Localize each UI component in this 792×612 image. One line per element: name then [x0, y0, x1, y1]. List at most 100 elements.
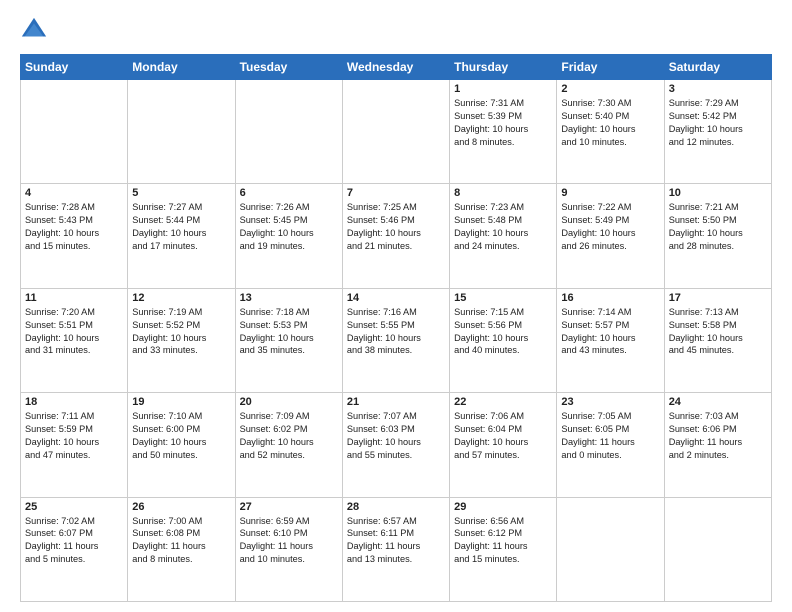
- day-number: 7: [347, 187, 445, 199]
- day-number: 19: [132, 396, 230, 408]
- calendar-empty-cell: [557, 497, 664, 601]
- calendar-day-26: 26 Sunrise: 7:00 AMSunset: 6:08 PMDayligh…: [128, 497, 235, 601]
- weekday-header-row: SundayMondayTuesdayWednesdayThursdayFrid…: [21, 55, 772, 80]
- day-number: 9: [561, 187, 659, 199]
- page: SundayMondayTuesdayWednesdayThursdayFrid…: [0, 0, 792, 612]
- day-info: Sunrise: 7:15 AMSunset: 5:56 PMDaylight:…: [454, 306, 552, 358]
- weekday-header-friday: Friday: [557, 55, 664, 80]
- day-info: Sunrise: 7:22 AMSunset: 5:49 PMDaylight:…: [561, 201, 659, 253]
- calendar-day-28: 28 Sunrise: 6:57 AMSunset: 6:11 PMDayligh…: [342, 497, 449, 601]
- day-info: Sunrise: 6:56 AMSunset: 6:12 PMDaylight:…: [454, 515, 552, 567]
- calendar-day-29: 29 Sunrise: 6:56 AMSunset: 6:12 PMDayligh…: [450, 497, 557, 601]
- weekday-header-sunday: Sunday: [21, 55, 128, 80]
- day-info: Sunrise: 6:57 AMSunset: 6:11 PMDaylight:…: [347, 515, 445, 567]
- calendar-day-24: 24 Sunrise: 7:03 AMSunset: 6:06 PMDayligh…: [664, 393, 771, 497]
- calendar-day-14: 14 Sunrise: 7:16 AMSunset: 5:55 PMDayligh…: [342, 288, 449, 392]
- day-info: Sunrise: 7:26 AMSunset: 5:45 PMDaylight:…: [240, 201, 338, 253]
- day-info: Sunrise: 7:07 AMSunset: 6:03 PMDaylight:…: [347, 410, 445, 462]
- day-number: 21: [347, 396, 445, 408]
- day-number: 28: [347, 501, 445, 513]
- day-number: 11: [25, 292, 123, 304]
- calendar-day-5: 5 Sunrise: 7:27 AMSunset: 5:44 PMDaylight…: [128, 184, 235, 288]
- calendar-day-6: 6Sunrise: 7:26 AMSunset: 5:45 PMDaylight…: [235, 184, 342, 288]
- calendar-day-16: 16 Sunrise: 7:14 AMSunset: 5:57 PMDayligh…: [557, 288, 664, 392]
- day-number: 3: [669, 83, 767, 95]
- day-info: Sunrise: 7:19 AMSunset: 5:52 PMDaylight:…: [132, 306, 230, 358]
- calendar-day-9: 9 Sunrise: 7:22 AMSunset: 5:49 PMDaylight…: [557, 184, 664, 288]
- day-number: 15: [454, 292, 552, 304]
- day-number: 10: [669, 187, 767, 199]
- calendar-day-13: 13 Sunrise: 7:18 AMSunset: 5:53 PMDayligh…: [235, 288, 342, 392]
- weekday-header-thursday: Thursday: [450, 55, 557, 80]
- calendar-day-11: 11 Sunrise: 7:20 AMSunset: 5:51 PMDayligh…: [21, 288, 128, 392]
- weekday-header-tuesday: Tuesday: [235, 55, 342, 80]
- day-info: Sunrise: 7:31 AMSunset: 5:39 PMDaylight:…: [454, 97, 552, 149]
- day-number: 2: [561, 83, 659, 95]
- header: [20, 16, 772, 44]
- day-info: Sunrise: 7:09 AMSunset: 6:02 PMDaylight:…: [240, 410, 338, 462]
- day-info: Sunrise: 7:29 AMSunset: 5:42 PMDaylight:…: [669, 97, 767, 149]
- calendar-day-10: 10 Sunrise: 7:21 AMSunset: 5:50 PMDayligh…: [664, 184, 771, 288]
- logo-icon: [20, 16, 48, 44]
- day-number: 23: [561, 396, 659, 408]
- day-info: Sunrise: 7:05 AMSunset: 6:05 PMDaylight:…: [561, 410, 659, 462]
- day-number: 24: [669, 396, 767, 408]
- day-number: 17: [669, 292, 767, 304]
- calendar-table: SundayMondayTuesdayWednesdayThursdayFrid…: [20, 54, 772, 602]
- calendar-day-15: 15 Sunrise: 7:15 AMSunset: 5:56 PMDayligh…: [450, 288, 557, 392]
- weekday-header-wednesday: Wednesday: [342, 55, 449, 80]
- day-info: Sunrise: 7:02 AMSunset: 6:07 PMDaylight:…: [25, 515, 123, 567]
- calendar-day-22: 22 Sunrise: 7:06 AMSunset: 6:04 PMDayligh…: [450, 393, 557, 497]
- day-number: 14: [347, 292, 445, 304]
- day-info: Sunrise: 7:30 AMSunset: 5:40 PMDaylight:…: [561, 97, 659, 149]
- day-info: Sunrise: 7:18 AMSunset: 5:53 PMDaylight:…: [240, 306, 338, 358]
- day-info: Sunrise: 7:13 AMSunset: 5:58 PMDaylight:…: [669, 306, 767, 358]
- calendar-empty-cell: [664, 497, 771, 601]
- day-number: 26: [132, 501, 230, 513]
- weekday-header-saturday: Saturday: [664, 55, 771, 80]
- calendar-week-row: 4 Sunrise: 7:28 AMSunset: 5:43 PMDaylight…: [21, 184, 772, 288]
- calendar-day-17: 17 Sunrise: 7:13 AMSunset: 5:58 PMDayligh…: [664, 288, 771, 392]
- calendar-day-20: 20 Sunrise: 7:09 AMSunset: 6:02 PMDayligh…: [235, 393, 342, 497]
- day-info: Sunrise: 7:11 AMSunset: 5:59 PMDaylight:…: [25, 410, 123, 462]
- calendar-day-8: 8 Sunrise: 7:23 AMSunset: 5:48 PMDaylight…: [450, 184, 557, 288]
- day-info: Sunrise: 7:23 AMSunset: 5:48 PMDaylight:…: [454, 201, 552, 253]
- day-info: Sunrise: 7:28 AMSunset: 5:43 PMDaylight:…: [25, 201, 123, 253]
- day-info: Sunrise: 7:21 AMSunset: 5:50 PMDaylight:…: [669, 201, 767, 253]
- day-info: Sunrise: 7:06 AMSunset: 6:04 PMDaylight:…: [454, 410, 552, 462]
- logo: [20, 16, 52, 44]
- day-info: Sunrise: 7:00 AMSunset: 6:08 PMDaylight:…: [132, 515, 230, 567]
- day-info: Sunrise: 7:03 AMSunset: 6:06 PMDaylight:…: [669, 410, 767, 462]
- calendar-week-row: 18 Sunrise: 7:11 AMSunset: 5:59 PMDayligh…: [21, 393, 772, 497]
- day-number: 8: [454, 187, 552, 199]
- calendar-week-row: 1Sunrise: 7:31 AMSunset: 5:39 PMDaylight…: [21, 80, 772, 184]
- day-number: 27: [240, 501, 338, 513]
- day-number: 25: [25, 501, 123, 513]
- day-info: Sunrise: 7:14 AMSunset: 5:57 PMDaylight:…: [561, 306, 659, 358]
- calendar-day-21: 21 Sunrise: 7:07 AMSunset: 6:03 PMDayligh…: [342, 393, 449, 497]
- day-number: 22: [454, 396, 552, 408]
- day-info: Sunrise: 7:20 AMSunset: 5:51 PMDaylight:…: [25, 306, 123, 358]
- day-info: Sunrise: 7:16 AMSunset: 5:55 PMDaylight:…: [347, 306, 445, 358]
- day-number: 18: [25, 396, 123, 408]
- day-number: 4: [25, 187, 123, 199]
- calendar-day-25: 25 Sunrise: 7:02 AMSunset: 6:07 PMDayligh…: [21, 497, 128, 601]
- day-number: 13: [240, 292, 338, 304]
- day-number: 5: [132, 187, 230, 199]
- calendar-day-23: 23 Sunrise: 7:05 AMSunset: 6:05 PMDayligh…: [557, 393, 664, 497]
- day-info: Sunrise: 7:25 AMSunset: 5:46 PMDaylight:…: [347, 201, 445, 253]
- day-info: Sunrise: 6:59 AMSunset: 6:10 PMDaylight:…: [240, 515, 338, 567]
- calendar-empty-cell: [235, 80, 342, 184]
- calendar-empty-cell: [128, 80, 235, 184]
- calendar-day-4: 4 Sunrise: 7:28 AMSunset: 5:43 PMDaylight…: [21, 184, 128, 288]
- calendar-day-7: 7 Sunrise: 7:25 AMSunset: 5:46 PMDaylight…: [342, 184, 449, 288]
- day-number: 16: [561, 292, 659, 304]
- day-number: 29: [454, 501, 552, 513]
- day-info: Sunrise: 7:27 AMSunset: 5:44 PMDaylight:…: [132, 201, 230, 253]
- calendar-empty-cell: [342, 80, 449, 184]
- day-number: 20: [240, 396, 338, 408]
- calendar-day-3: 3 Sunrise: 7:29 AMSunset: 5:42 PMDaylight…: [664, 80, 771, 184]
- day-number: 12: [132, 292, 230, 304]
- weekday-header-monday: Monday: [128, 55, 235, 80]
- calendar-week-row: 11 Sunrise: 7:20 AMSunset: 5:51 PMDayligh…: [21, 288, 772, 392]
